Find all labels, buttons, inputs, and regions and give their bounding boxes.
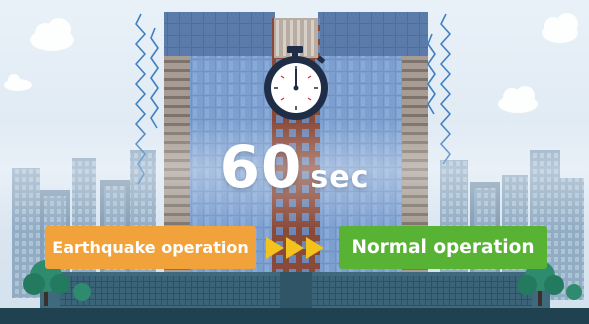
illustration-frame: 60 sec Earthquake operation Normal opera… [0, 0, 589, 324]
timer-readout: 60 sec [0, 133, 589, 213]
timer-unit: sec [310, 160, 370, 195]
earthquake-operation-label: Earthquake operation [45, 226, 256, 269]
triple-arrow-right-icon [266, 237, 324, 259]
timer-value: 60 [219, 133, 303, 201]
normal-operation-label: Normal operation [339, 226, 547, 269]
